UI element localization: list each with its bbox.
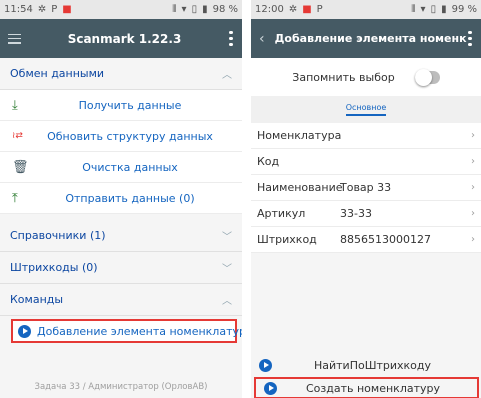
download-icon: ⤓ bbox=[12, 97, 18, 113]
field-label: Штрихкод bbox=[257, 233, 317, 246]
section-barcodes-label: Штрихкоды (0) bbox=[10, 261, 98, 274]
app-bar: Scanmark 1.22.3 bbox=[0, 19, 242, 58]
chevron-up-icon: ︿ bbox=[222, 70, 232, 81]
wifi-icon: ▾ bbox=[420, 3, 426, 15]
section-directories-label: Справочники (1) bbox=[10, 229, 106, 242]
play-circle-icon bbox=[259, 358, 272, 372]
status-bar: 12:00 ✲ ■ P ⦀ ▾ ▯ ▮ 99 % bbox=[251, 0, 481, 19]
remember-choice-toggle[interactable] bbox=[414, 68, 440, 86]
section-directories[interactable]: Справочники (1) ﹀ bbox=[0, 220, 242, 252]
chevron-up-icon: ︿ bbox=[222, 296, 232, 307]
update-structure-button[interactable]: ≀⇄ Обновить структуру данных bbox=[0, 121, 242, 152]
send-data-button[interactable]: ⤒ Отправить данные (0) bbox=[0, 183, 242, 214]
play-circle-icon bbox=[264, 381, 277, 395]
get-data-label: Получить данные bbox=[78, 98, 182, 112]
field-code[interactable]: Код › bbox=[251, 149, 481, 175]
send-data-label: Отправить данные (0) bbox=[65, 191, 195, 205]
tab-main[interactable]: Основное bbox=[345, 103, 387, 116]
field-label: Артикул bbox=[257, 207, 306, 220]
clear-data-label: Очистка данных bbox=[82, 160, 178, 174]
gear-icon: ✲ bbox=[288, 3, 298, 15]
gear-icon: ✲ bbox=[37, 3, 47, 15]
field-label: Код bbox=[257, 155, 280, 168]
p-icon: P bbox=[316, 3, 323, 15]
vibrate-icon: ⦀ bbox=[172, 3, 177, 15]
back-arrow-icon[interactable]: ‹ bbox=[259, 31, 265, 47]
get-data-button[interactable]: ⤓ Получить данные bbox=[0, 90, 242, 121]
main-screen: 11:54 ✲ P ■ ⦀ ▾ ▯ ▮ 98 % Scanmark 1.22.3… bbox=[0, 0, 242, 398]
remember-choice-label: Запомнить выбор bbox=[292, 70, 395, 84]
upload-icon: ⤒ bbox=[12, 190, 18, 206]
status-time: 12:00 bbox=[255, 4, 284, 15]
field-label: Номенклатура bbox=[257, 129, 342, 142]
app-bar: ‹ Добавление элемента номенк... bbox=[251, 19, 481, 58]
field-value: 8856513000127 bbox=[340, 233, 431, 246]
battery-level: 98 % bbox=[212, 4, 238, 15]
field-value: Товар 33 bbox=[340, 181, 392, 194]
battery-icon: ▮ bbox=[441, 3, 447, 15]
add-nomenclature-label: Добавление элемента номенклатуры bbox=[37, 324, 242, 338]
clear-data-button[interactable]: 🗑 Очистка данных bbox=[0, 152, 242, 183]
remember-choice-row: Запомнить выбор bbox=[251, 58, 481, 96]
sync-structure-icon: ≀⇄ bbox=[12, 131, 23, 141]
field-nomenclature[interactable]: Номенклатура › bbox=[251, 123, 481, 149]
footer-task-info: Задача 33 / Администратор (ОрловАВ) bbox=[34, 382, 208, 392]
signal-icon: ▯ bbox=[191, 3, 198, 15]
chevron-right-icon: › bbox=[471, 156, 475, 167]
signal-icon: ▯ bbox=[430, 3, 437, 15]
add-item-screen: 12:00 ✲ ■ P ⦀ ▾ ▯ ▮ 99 % ‹ Добавление эл… bbox=[251, 0, 481, 398]
notification-icon: ■ bbox=[302, 3, 312, 15]
more-options-icon[interactable] bbox=[467, 30, 473, 47]
section-commands-label: Команды bbox=[10, 293, 64, 306]
chevron-right-icon: › bbox=[471, 234, 475, 245]
field-name[interactable]: Наименование Товар 33 › bbox=[251, 175, 481, 201]
section-commands[interactable]: Команды ︿ bbox=[0, 284, 242, 316]
p-icon: P bbox=[51, 3, 58, 15]
play-circle-icon bbox=[18, 324, 31, 338]
chevron-right-icon: › bbox=[471, 130, 475, 141]
chevron-right-icon: › bbox=[471, 208, 475, 219]
section-exchange-label: Обмен данными bbox=[10, 67, 105, 80]
app-title: Scanmark 1.22.3 bbox=[67, 31, 182, 46]
field-barcode[interactable]: Штрихкод 8856513000127 › bbox=[251, 227, 481, 253]
vibrate-icon: ⦀ bbox=[411, 3, 416, 15]
create-nomenclature-label: Создать номенклатуру bbox=[306, 381, 440, 395]
section-exchange[interactable]: Обмен данными ︿ bbox=[0, 58, 242, 90]
chevron-down-icon: ﹀ bbox=[222, 232, 232, 243]
find-by-barcode-label: НайтиПоШтрихкоду bbox=[313, 358, 432, 372]
find-by-barcode-button[interactable]: НайтиПоШтрихкоду bbox=[251, 354, 481, 376]
field-label: Наименование bbox=[257, 181, 343, 194]
chevron-right-icon: › bbox=[471, 182, 475, 193]
field-article[interactable]: Артикул 33-33 › bbox=[251, 201, 481, 227]
update-structure-label: Обновить структуру данных bbox=[47, 129, 213, 143]
hamburger-menu-icon[interactable] bbox=[8, 33, 21, 44]
section-barcodes[interactable]: Штрихкоды (0) ﹀ bbox=[0, 252, 242, 284]
trash-icon: 🗑 bbox=[12, 159, 29, 175]
more-options-icon[interactable] bbox=[228, 30, 234, 47]
create-nomenclature-button[interactable]: Создать номенклатуру bbox=[254, 377, 479, 398]
status-bar: 11:54 ✲ P ■ ⦀ ▾ ▯ ▮ 98 % bbox=[0, 0, 242, 19]
wifi-icon: ▾ bbox=[181, 3, 187, 15]
add-nomenclature-command[interactable]: Добавление элемента номенклатуры bbox=[11, 319, 242, 343]
notification-icon: ■ bbox=[62, 3, 72, 15]
field-value: 33-33 bbox=[340, 207, 372, 220]
battery-level: 99 % bbox=[451, 4, 477, 15]
tab-bar: Основное bbox=[251, 96, 481, 123]
chevron-down-icon: ﹀ bbox=[222, 264, 232, 275]
status-time: 11:54 bbox=[4, 4, 33, 15]
battery-icon: ▮ bbox=[202, 3, 208, 15]
screen-title: Добавление элемента номенк... bbox=[274, 32, 467, 45]
